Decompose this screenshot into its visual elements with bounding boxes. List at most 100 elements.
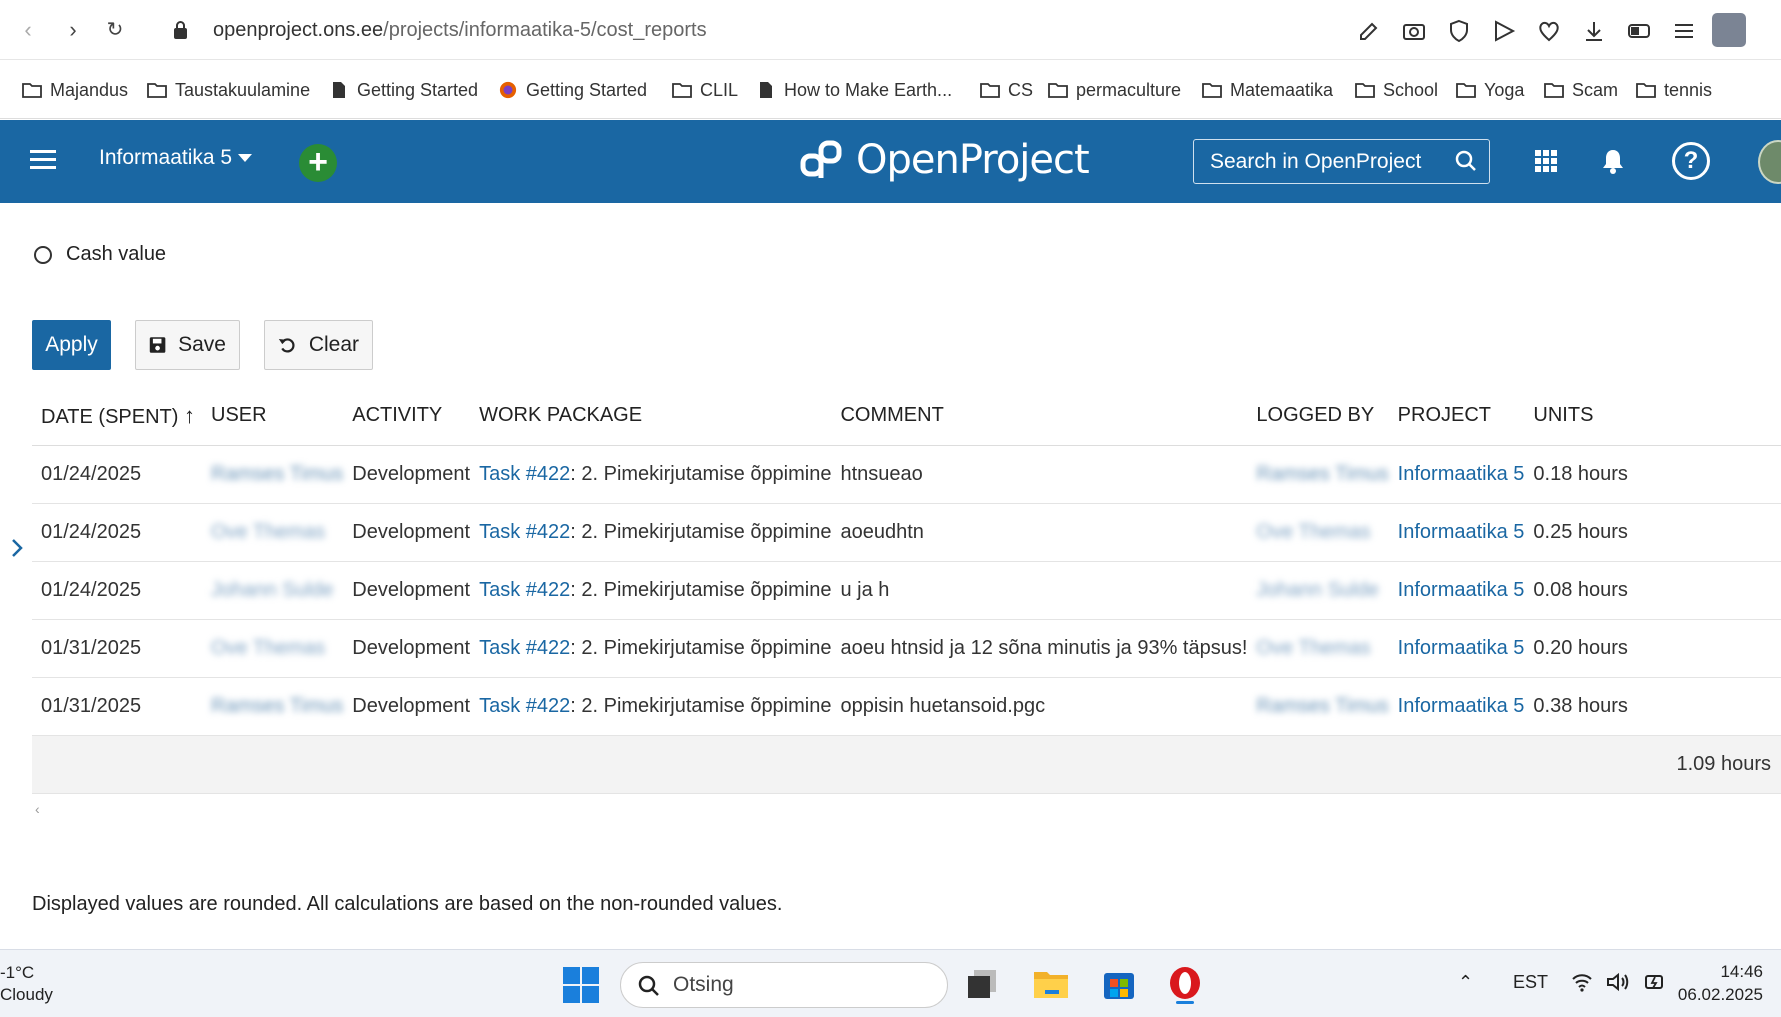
bookmark-item[interactable]: Scam bbox=[1544, 77, 1618, 103]
work-package-link[interactable]: Task #422 bbox=[479, 463, 570, 485]
cell-logged-by[interactable]: Ramses Timus bbox=[1247, 445, 1389, 504]
bookmark-item[interactable]: How to Make Earth... bbox=[756, 77, 952, 103]
column-header-activity[interactable]: ACTIVITY bbox=[343, 387, 471, 446]
opera-browser-icon[interactable] bbox=[1165, 964, 1205, 1004]
bookmark-item[interactable]: Taustakuulamine bbox=[147, 77, 310, 103]
cell-user[interactable]: Ramses Timus bbox=[202, 677, 344, 736]
column-header-comment[interactable]: COMMENT bbox=[831, 387, 1248, 446]
user-link[interactable]: Ove Themas bbox=[211, 521, 325, 543]
project-selector[interactable]: Informaatika 5 bbox=[99, 146, 253, 170]
bookmark-item[interactable]: tennis bbox=[1636, 77, 1712, 103]
column-header-units[interactable]: UNITS bbox=[1524, 387, 1781, 446]
bookmark-item[interactable]: CLIL bbox=[672, 77, 738, 103]
user-link[interactable]: Ramses Timus bbox=[211, 463, 343, 485]
logged-by-link[interactable]: Johann Sulde bbox=[1256, 579, 1378, 601]
bookmark-item[interactable]: Yoga bbox=[1456, 77, 1524, 103]
global-search-input[interactable]: Search in OpenProject bbox=[1193, 139, 1490, 184]
work-package-link[interactable]: Task #422 bbox=[479, 579, 570, 601]
search-icon[interactable] bbox=[1455, 150, 1477, 172]
cell-logged-by[interactable]: Ove Themas bbox=[1247, 503, 1389, 562]
cell-logged-by[interactable]: Ramses Timus bbox=[1247, 677, 1389, 736]
volume-icon[interactable] bbox=[1606, 972, 1630, 992]
column-header-logged-by[interactable]: LOGGED BY bbox=[1247, 387, 1389, 446]
column-header-date[interactable]: DATE (SPENT) ↑ bbox=[32, 387, 202, 446]
keyboard-language[interactable]: EST bbox=[1513, 972, 1548, 993]
battery-icon[interactable] bbox=[1643, 972, 1667, 992]
logged-by-link[interactable]: Ramses Timus bbox=[1256, 695, 1388, 717]
bookmark-item[interactable]: Getting Started bbox=[498, 77, 647, 103]
logged-by-link[interactable]: Ove Themas bbox=[1256, 521, 1370, 543]
chevron-right-icon[interactable] bbox=[10, 537, 24, 559]
logged-by-link[interactable]: Ove Themas bbox=[1256, 637, 1370, 659]
system-clock[interactable]: 14:46 06.02.2025 bbox=[1678, 960, 1763, 1006]
task-view-icon[interactable] bbox=[962, 964, 1002, 1004]
column-header-user[interactable]: USER bbox=[202, 387, 344, 446]
cell-project[interactable]: Informaatika 5 bbox=[1388, 619, 1525, 678]
folder-icon bbox=[1202, 83, 1222, 98]
folder-icon bbox=[980, 83, 1000, 98]
cell-user[interactable]: Ove Themas bbox=[202, 619, 344, 678]
cash-value-option[interactable]: Cash value bbox=[34, 243, 166, 266]
battery-saver-icon[interactable] bbox=[1626, 19, 1652, 43]
bookmark-item[interactable]: School bbox=[1355, 77, 1438, 103]
weather-widget[interactable]: -1°C Cloudy bbox=[0, 962, 53, 1006]
browser-profile-avatar[interactable] bbox=[1712, 13, 1746, 47]
clear-button[interactable]: Clear bbox=[264, 320, 373, 370]
windows-start-icon[interactable] bbox=[563, 967, 599, 1003]
chevron-up-icon[interactable]: ⌃ bbox=[1458, 972, 1473, 993]
menu-settings-icon[interactable] bbox=[1671, 19, 1697, 43]
wifi-icon[interactable] bbox=[1571, 972, 1593, 992]
url-path: /projects/informaatika-5/cost_reports bbox=[383, 19, 707, 41]
cell-project[interactable]: Informaatika 5 bbox=[1388, 503, 1525, 562]
user-avatar[interactable] bbox=[1758, 140, 1781, 184]
cell-activity: Development bbox=[343, 561, 471, 620]
user-link[interactable]: Ramses Timus bbox=[211, 695, 343, 717]
modules-grid-icon[interactable] bbox=[1535, 150, 1557, 172]
notifications-bell-icon[interactable] bbox=[1601, 148, 1625, 174]
help-icon[interactable]: ? bbox=[1672, 142, 1710, 180]
forward-icon[interactable]: › bbox=[57, 14, 89, 46]
column-header-work-package[interactable]: WORK PACKAGE bbox=[470, 387, 832, 446]
work-package-link[interactable]: Task #422 bbox=[479, 521, 570, 543]
apply-button[interactable]: Apply bbox=[32, 320, 111, 370]
taskbar-search-input[interactable]: Otsing bbox=[620, 962, 948, 1008]
cell-user[interactable]: Johann Sulde bbox=[202, 561, 344, 620]
save-button[interactable]: Save bbox=[135, 320, 240, 370]
user-link[interactable]: Johann Sulde bbox=[211, 579, 333, 601]
cell-project[interactable]: Informaatika 5 bbox=[1388, 677, 1525, 736]
add-button[interactable]: + bbox=[299, 144, 337, 182]
cell-units: 0.25 hours bbox=[1524, 503, 1781, 562]
bookmark-item[interactable]: Majandus bbox=[22, 77, 128, 103]
logged-by-link[interactable]: Ramses Timus bbox=[1256, 463, 1388, 485]
work-package-link[interactable]: Task #422 bbox=[479, 637, 570, 659]
openproject-logo[interactable]: OpenProject bbox=[800, 132, 1090, 188]
download-icon[interactable] bbox=[1581, 19, 1607, 43]
work-package-link[interactable]: Task #422 bbox=[479, 695, 570, 717]
cell-user[interactable]: Ramses Timus bbox=[202, 445, 344, 504]
heart-icon[interactable] bbox=[1536, 19, 1562, 43]
microsoft-store-icon[interactable] bbox=[1099, 964, 1139, 1004]
column-header-project[interactable]: PROJECT bbox=[1388, 387, 1525, 446]
camera-icon[interactable] bbox=[1401, 19, 1427, 43]
cell-project[interactable]: Informaatika 5 bbox=[1388, 445, 1525, 504]
address-bar[interactable]: openproject.ons.ee/projects/informaatika… bbox=[213, 19, 707, 42]
edit-icon[interactable] bbox=[1356, 19, 1382, 43]
shield-icon[interactable] bbox=[1446, 19, 1472, 43]
bookmark-item[interactable]: Getting Started bbox=[329, 77, 478, 103]
scroll-left-icon[interactable]: ‹ bbox=[35, 801, 40, 817]
file-explorer-icon[interactable] bbox=[1031, 964, 1071, 1004]
reload-icon[interactable]: ↻ bbox=[99, 14, 131, 46]
cell-logged-by[interactable]: Ove Themas bbox=[1247, 619, 1389, 678]
back-icon[interactable]: ‹ bbox=[12, 14, 44, 46]
send-icon[interactable] bbox=[1491, 19, 1517, 43]
radio-button[interactable] bbox=[34, 245, 52, 264]
cell-units: 0.20 hours bbox=[1524, 619, 1781, 678]
bookmark-item[interactable]: Matemaatika bbox=[1202, 77, 1333, 103]
user-link[interactable]: Ove Themas bbox=[211, 637, 325, 659]
cell-project[interactable]: Informaatika 5 bbox=[1388, 561, 1525, 620]
bookmark-item[interactable]: CS bbox=[980, 77, 1033, 103]
cell-logged-by[interactable]: Johann Sulde bbox=[1247, 561, 1389, 620]
hamburger-menu-icon[interactable] bbox=[30, 150, 56, 172]
cell-user[interactable]: Ove Themas bbox=[202, 503, 344, 562]
bookmark-item[interactable]: permaculture bbox=[1048, 77, 1181, 103]
